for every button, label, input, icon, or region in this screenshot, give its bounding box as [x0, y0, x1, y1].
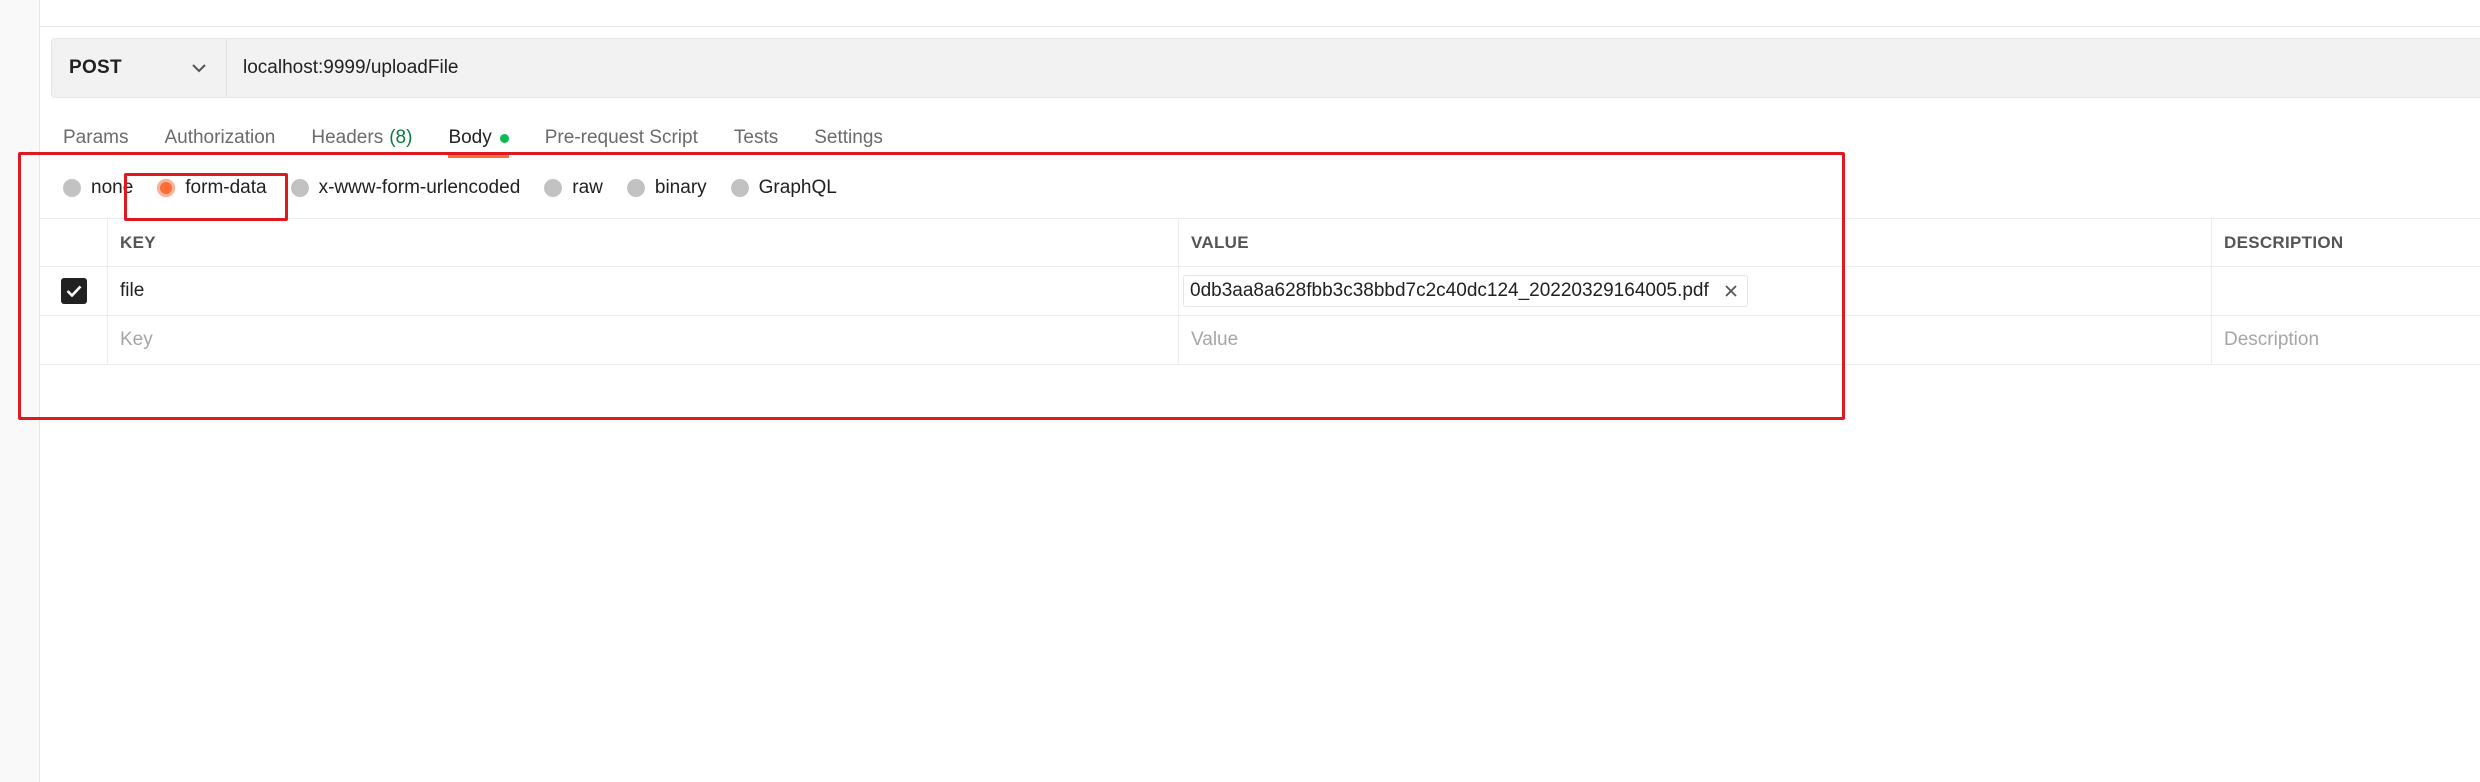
chevron-down-icon — [190, 59, 208, 77]
header-description: DESCRIPTION — [2224, 232, 2344, 252]
annotation-form-data-box — [124, 173, 288, 221]
body-indicator-dot — [499, 133, 509, 143]
url-text: localhost:9999/uploadFile — [243, 57, 459, 78]
annotation-highlight-box — [18, 152, 1845, 420]
tab-settings-label: Settings — [814, 127, 883, 148]
headers-count-badge: (8) — [389, 127, 413, 148]
url-input[interactable]: localhost:9999/uploadFile — [227, 39, 2480, 97]
new-description-input[interactable]: Description — [2212, 316, 2480, 364]
request-bar: POST localhost:9999/uploadFile — [51, 38, 2480, 98]
tab-params-label: Params — [63, 127, 129, 148]
tab-authorization-label: Authorization — [164, 127, 276, 148]
tab-pre-request-script-label: Pre-request Script — [544, 127, 698, 148]
tab-tests-label: Tests — [733, 127, 779, 148]
tab-headers-label: Headers — [311, 127, 384, 148]
method-select[interactable]: POST — [52, 39, 227, 97]
row-description-cell[interactable] — [2212, 267, 2480, 315]
top-divider — [40, 26, 2480, 27]
method-label: POST — [69, 57, 122, 78]
tab-body-label: Body — [448, 127, 492, 148]
